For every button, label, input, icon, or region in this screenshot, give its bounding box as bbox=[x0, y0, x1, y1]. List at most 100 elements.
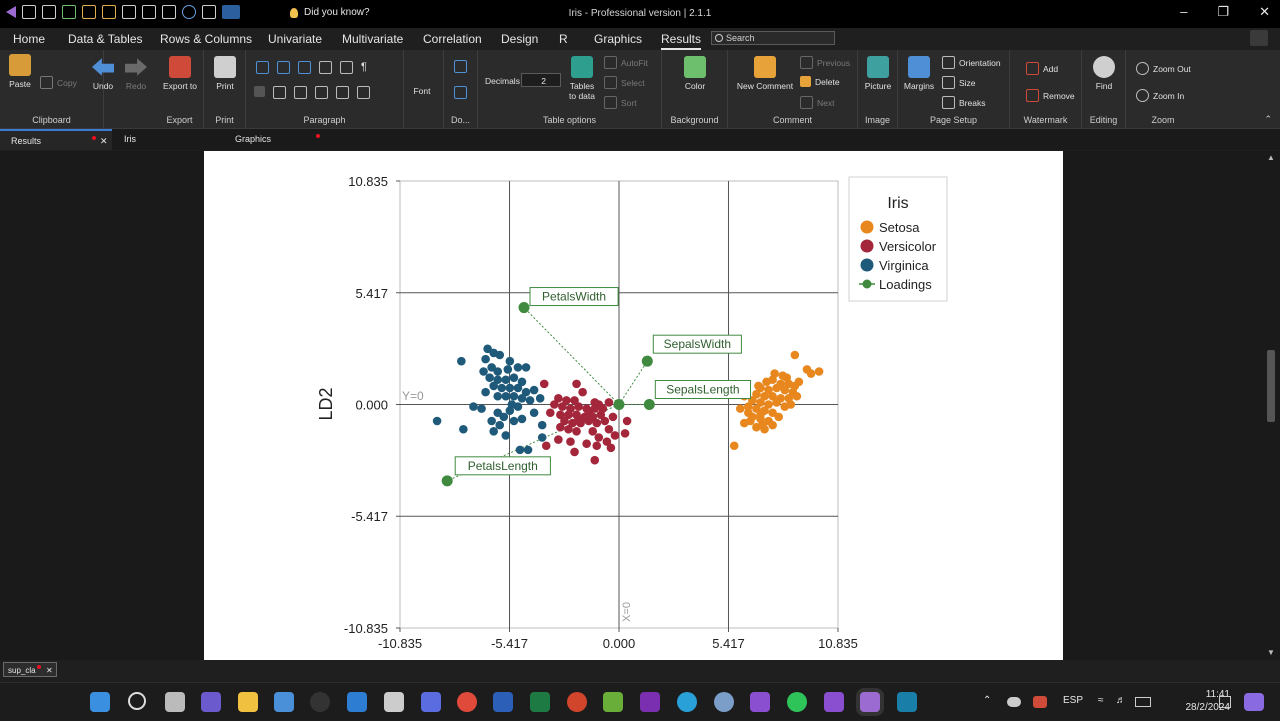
copy-button[interactable]: Copy bbox=[40, 76, 77, 89]
previous-comment-button[interactable]: Previous bbox=[800, 56, 850, 69]
multilevel-icon[interactable] bbox=[298, 61, 311, 74]
menu-univariate[interactable]: Univariate bbox=[268, 32, 322, 46]
decrease-indent-icon[interactable] bbox=[319, 61, 332, 74]
align-center-icon[interactable] bbox=[273, 86, 286, 99]
editor-icon[interactable] bbox=[347, 692, 367, 712]
file-explorer-icon[interactable] bbox=[238, 692, 258, 712]
snipping-icon[interactable] bbox=[384, 692, 404, 712]
stat-app-icon[interactable] bbox=[860, 692, 880, 712]
paste-button[interactable]: Paste bbox=[6, 54, 34, 89]
menu-rows-columns[interactable]: Rows & Columns bbox=[160, 32, 252, 46]
menu-r[interactable]: R bbox=[559, 32, 568, 46]
shading-icon[interactable] bbox=[357, 86, 370, 99]
redo-button[interactable]: Redo bbox=[121, 56, 151, 91]
orientation-button[interactable]: Orientation bbox=[942, 56, 1001, 69]
onedrive-icon[interactable] bbox=[1007, 697, 1021, 707]
find-button[interactable]: Find bbox=[1088, 56, 1120, 91]
start-icon[interactable] bbox=[90, 692, 110, 712]
autofit-button[interactable]: AutoFit bbox=[604, 56, 648, 69]
remove-watermark-button[interactable]: Remove bbox=[1026, 89, 1075, 102]
delete-comment-button[interactable]: Delete bbox=[800, 76, 840, 87]
wifi-icon[interactable]: ≈ bbox=[1098, 695, 1104, 706]
battery-icon[interactable] bbox=[1135, 697, 1151, 707]
breaks-button[interactable]: Breaks bbox=[942, 96, 985, 109]
menu-design[interactable]: Design bbox=[501, 32, 538, 46]
user-icon[interactable] bbox=[1250, 30, 1268, 46]
word-icon[interactable] bbox=[493, 692, 513, 712]
justify-icon[interactable] bbox=[315, 86, 328, 99]
maximize-icon[interactable]: ❐ bbox=[1217, 4, 1229, 20]
sort-button[interactable]: Sort bbox=[604, 96, 637, 109]
undo-label: Undo bbox=[92, 81, 114, 91]
chrome-icon[interactable] bbox=[457, 692, 477, 712]
notepad-icon[interactable] bbox=[274, 692, 294, 712]
output-tab-sup-cla[interactable]: sup_cla ✕ bbox=[3, 662, 57, 677]
numbering-icon[interactable] bbox=[277, 61, 290, 74]
next-comment-button[interactable]: Next bbox=[800, 96, 834, 109]
picture-button[interactable]: Picture bbox=[862, 56, 894, 91]
task-view-icon[interactable] bbox=[165, 692, 185, 712]
tab-results[interactable]: Results ✕ bbox=[0, 129, 112, 150]
close-tab-icon[interactable]: ✕ bbox=[100, 131, 108, 152]
doc-properties-icon[interactable] bbox=[454, 86, 467, 99]
print-button[interactable]: Print bbox=[210, 56, 240, 91]
teams-icon[interactable] bbox=[201, 692, 221, 712]
copilot-app-icon[interactable] bbox=[421, 692, 441, 712]
size-button[interactable]: Size bbox=[942, 76, 976, 89]
powerpoint-icon[interactable] bbox=[567, 692, 587, 712]
margins-button[interactable]: Margins bbox=[902, 56, 936, 91]
tab-iris[interactable]: Iris bbox=[113, 129, 223, 150]
export-button[interactable]: Export to bbox=[162, 56, 198, 91]
new-comment-button[interactable]: New Comment bbox=[734, 56, 796, 91]
menu-multivariate[interactable]: Multivariate bbox=[342, 32, 403, 46]
select-button[interactable]: Select bbox=[604, 76, 645, 89]
minimize-icon[interactable]: – bbox=[1180, 4, 1187, 20]
redo-icon bbox=[125, 58, 147, 76]
power-automate-icon[interactable] bbox=[897, 692, 917, 712]
scrollbar-thumb[interactable] bbox=[1267, 350, 1275, 422]
close-output-tab-icon[interactable]: ✕ bbox=[46, 663, 53, 678]
menu-home[interactable]: Home bbox=[13, 32, 45, 46]
zoom-in-button[interactable]: Zoom In bbox=[1136, 89, 1184, 102]
scroll-up-icon[interactable]: ▲ bbox=[1267, 153, 1275, 162]
zoom-out-button[interactable]: Zoom Out bbox=[1136, 62, 1191, 75]
undo-button[interactable]: Undo bbox=[88, 56, 118, 91]
menu-data-tables[interactable]: Data & Tables bbox=[68, 32, 143, 46]
volume-icon[interactable]: ♬ bbox=[1116, 695, 1126, 706]
calendar-badge-icon[interactable] bbox=[1033, 696, 1047, 708]
app-circle-icon[interactable] bbox=[310, 692, 330, 712]
language-indicator[interactable]: ESP bbox=[1063, 695, 1083, 706]
r-icon[interactable] bbox=[714, 692, 734, 712]
doc-icon[interactable] bbox=[454, 60, 467, 73]
line-spacing-icon[interactable] bbox=[336, 86, 349, 99]
excel-icon[interactable] bbox=[530, 692, 550, 712]
align-left-icon[interactable] bbox=[254, 86, 265, 97]
tray-chevron-icon[interactable]: ⌃ bbox=[983, 695, 991, 706]
decimals-stepper[interactable]: 2 bbox=[521, 73, 561, 87]
menu-graphics[interactable]: Graphics bbox=[594, 32, 642, 46]
visual-studio-icon[interactable] bbox=[750, 692, 770, 712]
visual-studio-2-icon[interactable] bbox=[824, 692, 844, 712]
tab-graphics[interactable]: Graphics bbox=[224, 129, 334, 150]
align-right-icon[interactable] bbox=[294, 86, 307, 99]
telegram-icon[interactable] bbox=[677, 692, 697, 712]
increase-indent-icon[interactable] bbox=[340, 61, 353, 74]
tables-to-data-button[interactable]: Tables to data bbox=[566, 56, 598, 101]
bullets-icon[interactable] bbox=[256, 61, 269, 74]
collapse-ribbon-icon[interactable]: ⌃ bbox=[1264, 114, 1272, 125]
point-virginica bbox=[513, 383, 523, 393]
close-icon[interactable]: ✕ bbox=[1259, 4, 1270, 20]
notepadplus-icon[interactable] bbox=[603, 692, 623, 712]
add-watermark-button[interactable]: Add bbox=[1026, 62, 1058, 75]
scroll-down-icon[interactable]: ▼ bbox=[1267, 648, 1275, 657]
menu-results[interactable]: Results bbox=[661, 32, 702, 50]
onenote-icon[interactable] bbox=[640, 692, 660, 712]
copilot-icon[interactable] bbox=[1244, 693, 1264, 711]
whatsapp-icon[interactable] bbox=[787, 692, 807, 712]
pilcrow-icon[interactable]: ¶ bbox=[361, 61, 367, 74]
search-taskbar-icon[interactable] bbox=[128, 692, 146, 710]
background-color-button[interactable]: Color bbox=[680, 56, 710, 91]
menu-correlation[interactable]: Correlation bbox=[423, 32, 482, 46]
notification-icon[interactable] bbox=[1219, 696, 1231, 708]
search-input[interactable]: Search bbox=[711, 31, 835, 45]
